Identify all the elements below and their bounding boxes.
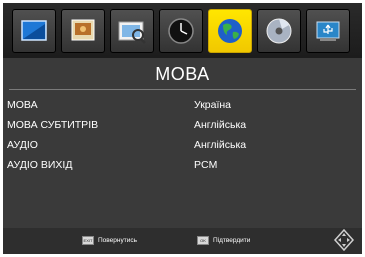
setting-label: МОВА: [7, 99, 38, 111]
ok-key-icon: OK: [197, 236, 209, 245]
disc-icon: [266, 18, 292, 44]
setting-label: АУДІО: [7, 139, 38, 151]
navigation-pad-icon: [333, 228, 355, 252]
setting-row-audio-output[interactable]: АУДІО ВИХІД PCM: [7, 156, 357, 174]
globe-icon: [218, 19, 242, 43]
title-divider: [9, 89, 356, 90]
setting-row-subtitle-language[interactable]: МОВА СУБТИТРІВ Англійська: [7, 116, 357, 134]
setting-value: Україна: [194, 99, 232, 111]
setting-value: PCM: [194, 159, 218, 171]
exit-key-icon: EXIT: [82, 236, 94, 245]
tab-language[interactable]: [208, 9, 252, 53]
tab-clock[interactable]: [159, 9, 203, 53]
tv-search-icon: [118, 21, 146, 44]
menu-tab-bar: [3, 3, 362, 58]
tab-image-settings[interactable]: [61, 9, 105, 53]
tab-disc[interactable]: [257, 9, 301, 53]
setting-row-audio[interactable]: АУДІО Англійська: [7, 136, 357, 154]
ok-hint-label: Підтвердити: [213, 237, 251, 244]
tab-tv-search[interactable]: [110, 9, 154, 53]
tab-picture[interactable]: [12, 9, 56, 53]
setting-value: Англійська: [194, 119, 247, 131]
ok-hint[interactable]: OK Підтвердити: [197, 236, 250, 245]
setting-label: МОВА СУБТИТРІВ: [7, 119, 99, 131]
page-title: МОВА: [155, 64, 210, 84]
tab-usb[interactable]: [306, 9, 350, 53]
setting-label: АУДІО ВИХІД: [7, 159, 73, 171]
hint-bar: EXIT Повернутись OK Підтвердити: [3, 228, 362, 254]
setting-value: Англійська: [194, 139, 247, 151]
image-settings-icon: [71, 19, 95, 41]
picture-icon: [21, 20, 47, 41]
back-hint-label: Повернутись: [98, 237, 137, 244]
back-hint[interactable]: EXIT Повернутись: [82, 236, 137, 245]
setting-row-language[interactable]: МОВА Україна: [7, 96, 357, 114]
clock-icon: [168, 18, 194, 44]
menu-screen: МОВА МОВА Україна МОВА СУБТИТРІВ Англійс…: [3, 3, 362, 254]
usb-icon: [316, 21, 340, 41]
